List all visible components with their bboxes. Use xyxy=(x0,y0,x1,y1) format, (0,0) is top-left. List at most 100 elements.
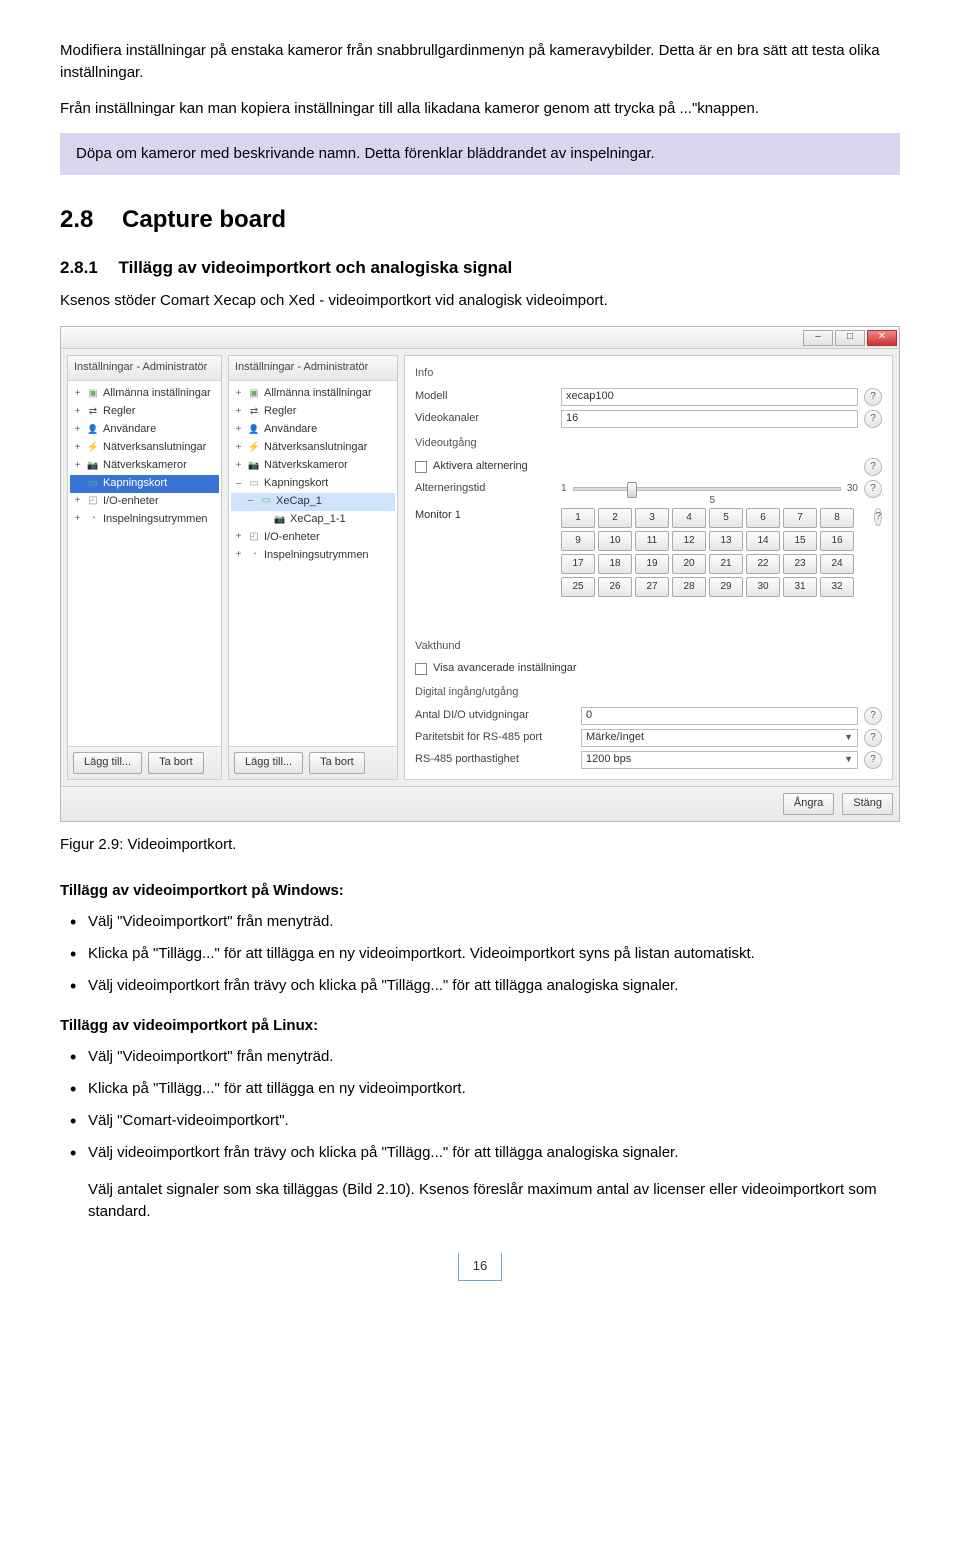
monitor-channel-button[interactable]: 7 xyxy=(783,508,817,528)
monitor-channel-button[interactable]: 8 xyxy=(820,508,854,528)
expand-icon[interactable]: + xyxy=(72,387,83,402)
expand-icon[interactable]: + xyxy=(72,441,83,456)
tree-item[interactable]: +Inspelningsutrymmen xyxy=(231,547,395,565)
expand-icon[interactable]: + xyxy=(72,512,83,527)
tree-item[interactable]: +Allmänna inställningar xyxy=(70,385,219,403)
model-field[interactable]: xecap100 xyxy=(561,388,858,406)
monitor-channel-button[interactable]: 5 xyxy=(709,508,743,528)
figure-caption: Figur 2.9: Videoimportkort. xyxy=(60,834,900,856)
enable-alternation-checkbox[interactable] xyxy=(415,461,427,473)
monitor-channel-button[interactable]: 32 xyxy=(820,577,854,597)
disk-icon xyxy=(247,550,261,562)
expand-icon[interactable]: + xyxy=(233,530,244,545)
monitor-channel-button[interactable]: 9 xyxy=(561,531,595,551)
expand-icon[interactable]: + xyxy=(233,387,244,402)
help-icon[interactable]: ? xyxy=(864,458,882,476)
tree-item[interactable]: – Kapningskort xyxy=(231,475,395,493)
dio-count-field[interactable]: 0 xyxy=(581,707,858,725)
monitor-channel-button[interactable]: 21 xyxy=(709,554,743,574)
help-icon[interactable]: ? xyxy=(864,751,882,769)
help-icon[interactable]: ? xyxy=(864,480,882,498)
tree-item[interactable]: +Inspelningsutrymmen xyxy=(70,511,219,529)
expand-icon[interactable]: + xyxy=(233,548,244,563)
monitor-channel-button[interactable]: 27 xyxy=(635,577,669,597)
expand-icon[interactable]: + xyxy=(233,405,244,420)
remove-button[interactable]: Ta bort xyxy=(148,752,204,774)
monitor-channel-button[interactable]: 22 xyxy=(746,554,780,574)
settings-panel-2: Inställningar - Administratör +Allmänna … xyxy=(228,355,398,780)
monitor-channel-button[interactable]: 14 xyxy=(746,531,780,551)
tree-item[interactable]: +Regler xyxy=(231,403,395,421)
baud-dropdown[interactable]: 1200 bps▼ xyxy=(581,751,858,769)
expand-icon[interactable]: + xyxy=(233,423,244,438)
tree-item[interactable]: +Nätverkskameror xyxy=(231,457,395,475)
monitor-channel-button[interactable]: 6 xyxy=(746,508,780,528)
expand-icon[interactable]: + xyxy=(233,459,244,474)
monitor-channel-button[interactable]: 23 xyxy=(783,554,817,574)
monitor-channel-button[interactable]: 30 xyxy=(746,577,780,597)
monitor-channel-button[interactable]: 24 xyxy=(820,554,854,574)
tree-item[interactable]: +Nätverksanslutningar xyxy=(70,439,219,457)
remove-button[interactable]: Ta bort xyxy=(309,752,365,774)
tree-item[interactable]: +I/O-enheter xyxy=(231,529,395,547)
show-advanced-checkbox[interactable] xyxy=(415,663,427,675)
monitor-channel-button[interactable]: 11 xyxy=(635,531,669,551)
tree-item[interactable]: +Nätverksanslutningar xyxy=(231,439,395,457)
undo-button[interactable]: Ångra xyxy=(783,793,834,815)
parity-dropdown[interactable]: Märke/Inget▼ xyxy=(581,729,858,747)
help-icon[interactable]: ? xyxy=(874,508,882,526)
monitor-channel-button[interactable]: 25 xyxy=(561,577,595,597)
help-icon[interactable]: ? xyxy=(864,410,882,428)
expand-icon[interactable]: + xyxy=(72,405,83,420)
tree-item[interactable]: +Nätverkskameror xyxy=(70,457,219,475)
expand-icon[interactable]: – xyxy=(233,477,244,492)
monitor-channel-button[interactable]: 15 xyxy=(783,531,817,551)
app-window: – □ ✕ Inställningar - Administratör +All… xyxy=(60,326,900,822)
add-button[interactable]: Lägg till... xyxy=(73,752,142,774)
monitor-channel-button[interactable]: 19 xyxy=(635,554,669,574)
add-button[interactable]: Lägg till... xyxy=(234,752,303,774)
tree-item[interactable]: +Användare xyxy=(231,421,395,439)
expand-icon[interactable]: + xyxy=(72,423,83,438)
help-icon[interactable]: ? xyxy=(864,388,882,406)
settings-tree-1[interactable]: +Allmänna inställningar+Regler+Användare… xyxy=(68,381,221,746)
alternation-time-slider[interactable]: 1 5 30 xyxy=(561,480,858,498)
maximize-button[interactable]: □ xyxy=(835,330,865,346)
monitor-channel-button[interactable]: 17 xyxy=(561,554,595,574)
monitor-channel-button[interactable]: 20 xyxy=(672,554,706,574)
settings-tree-2[interactable]: +Allmänna inställningar+Regler+Användare… xyxy=(229,381,397,746)
expand-icon[interactable]: + xyxy=(233,441,244,456)
tree-item[interactable]: –XeCap_1 xyxy=(231,493,395,511)
monitor-channel-button[interactable]: 18 xyxy=(598,554,632,574)
expand-icon[interactable]: – xyxy=(245,494,256,509)
tree-item[interactable]: +Regler xyxy=(70,403,219,421)
monitor-channel-button[interactable]: 13 xyxy=(709,531,743,551)
close-dialog-button[interactable]: Stäng xyxy=(842,793,893,815)
monitor-channel-button[interactable]: 12 xyxy=(672,531,706,551)
tree-item[interactable]: +I/O-enheter xyxy=(70,493,219,511)
expand-icon[interactable]: + xyxy=(72,459,83,474)
tree-item[interactable]: XeCap_1-1 xyxy=(231,511,395,529)
monitor-channel-button[interactable]: 10 xyxy=(598,531,632,551)
help-icon[interactable]: ? xyxy=(864,707,882,725)
minimize-button[interactable]: – xyxy=(803,330,833,346)
folder-icon xyxy=(247,388,261,400)
monitor-channel-button[interactable]: 3 xyxy=(635,508,669,528)
tree-item[interactable]: Kapningskort xyxy=(70,475,219,493)
monitor-channel-button[interactable]: 26 xyxy=(598,577,632,597)
tree-item-label: Kapningskort xyxy=(264,476,328,492)
dev-icon xyxy=(247,532,261,544)
monitor-channel-button[interactable]: 1 xyxy=(561,508,595,528)
tree-item[interactable]: +Användare xyxy=(70,421,219,439)
monitor-channel-button[interactable]: 31 xyxy=(783,577,817,597)
monitor-channel-button[interactable]: 28 xyxy=(672,577,706,597)
monitor-channel-button[interactable]: 2 xyxy=(598,508,632,528)
monitor-channel-button[interactable]: 4 xyxy=(672,508,706,528)
tree-item[interactable]: +Allmänna inställningar xyxy=(231,385,395,403)
expand-icon[interactable]: + xyxy=(72,494,83,509)
help-icon[interactable]: ? xyxy=(864,729,882,747)
close-button[interactable]: ✕ xyxy=(867,330,897,346)
monitor-channel-button[interactable]: 16 xyxy=(820,531,854,551)
monitor-channel-button[interactable]: 29 xyxy=(709,577,743,597)
channels-field[interactable]: 16 xyxy=(561,410,858,428)
